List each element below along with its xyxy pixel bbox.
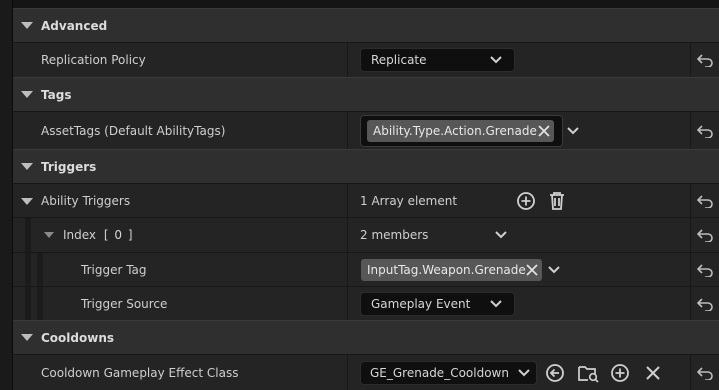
remove-tag-x-icon[interactable] bbox=[526, 263, 538, 276]
category-title: Triggers bbox=[41, 159, 97, 174]
column-divider bbox=[347, 355, 348, 390]
gameplay-tag-chip: Ability.Type.Action.Grenade bbox=[367, 119, 554, 142]
property-label: Cooldown Gameplay Effect Class bbox=[41, 365, 239, 380]
trash-icon[interactable] bbox=[548, 191, 566, 211]
chevron-down-icon bbox=[490, 299, 502, 307]
expand-arrow-icon[interactable] bbox=[44, 232, 54, 238]
indent-guide bbox=[25, 287, 31, 320]
category-cooldowns[interactable]: Cooldowns bbox=[13, 320, 719, 354]
tag-text: InputTag.Weapon.Grenade bbox=[367, 262, 526, 277]
property-asset-tags: AssetTags (Default AbilityTags) Ability.… bbox=[13, 111, 719, 149]
indent-guide bbox=[37, 253, 43, 286]
property-label: AssetTags (Default AbilityTags) bbox=[41, 123, 226, 138]
category-tags[interactable]: Tags bbox=[13, 77, 719, 111]
replication-policy-dropdown[interactable]: Replicate bbox=[360, 48, 515, 72]
category-title: Advanced bbox=[41, 18, 108, 33]
array-count: 1 Array element bbox=[360, 193, 458, 208]
property-label: Trigger Source bbox=[81, 296, 168, 311]
column-divider bbox=[347, 184, 348, 217]
trigger-source-dropdown[interactable]: Gameplay Event bbox=[360, 291, 515, 316]
column-divider bbox=[690, 184, 691, 217]
column-divider bbox=[690, 253, 691, 286]
column-divider bbox=[690, 43, 691, 77]
struct-member-count: 2 members bbox=[360, 228, 429, 242]
expand-arrow-icon[interactable] bbox=[21, 198, 33, 205]
details-panel: Advanced Replication Policy Replicate Ta… bbox=[13, 0, 719, 390]
property-replication-policy: Replication Policy Replicate bbox=[13, 42, 719, 77]
remove-tag-x-icon[interactable] bbox=[538, 124, 550, 137]
plus-circle-icon[interactable] bbox=[516, 191, 536, 211]
dropdown-value: GE_Grenade_Cooldown bbox=[370, 365, 509, 380]
reset-arrow-icon[interactable] bbox=[697, 263, 713, 277]
arrow-left-circle-icon[interactable] bbox=[545, 363, 565, 383]
indent-guide bbox=[25, 218, 31, 252]
reset-arrow-icon[interactable] bbox=[697, 366, 713, 380]
category-collapse-icon[interactable] bbox=[21, 90, 33, 98]
property-label: Ability Triggers bbox=[41, 193, 131, 208]
column-divider bbox=[347, 218, 348, 252]
property-ability-triggers: Ability Triggers 1 Array element bbox=[13, 183, 719, 217]
category-title: Tags bbox=[41, 87, 72, 102]
property-label: Trigger Tag bbox=[81, 262, 147, 277]
column-divider bbox=[690, 287, 691, 320]
gameplay-tag-chip[interactable]: InputTag.Weapon.Grenade bbox=[361, 258, 542, 281]
reset-arrow-icon[interactable] bbox=[697, 124, 713, 138]
chevron-down-icon[interactable] bbox=[567, 126, 579, 136]
column-divider bbox=[690, 355, 691, 390]
dropdown-value: Replicate bbox=[371, 53, 427, 67]
category-title: Cooldowns bbox=[41, 330, 115, 345]
property-trigger-tag: Trigger Tag InputTag.Weapon.Grenade bbox=[13, 252, 719, 286]
column-divider bbox=[347, 43, 348, 77]
reset-arrow-icon[interactable] bbox=[697, 53, 713, 67]
indent-guide bbox=[37, 287, 43, 320]
category-collapse-icon[interactable] bbox=[21, 162, 33, 170]
column-divider bbox=[347, 287, 348, 320]
category-collapse-icon[interactable] bbox=[21, 21, 33, 29]
cooldown-class-picker[interactable]: GE_Grenade_Cooldown bbox=[360, 360, 537, 385]
tag-text: Ability.Type.Action.Grenade bbox=[373, 123, 537, 138]
reset-arrow-icon[interactable] bbox=[697, 194, 713, 208]
plus-circle-icon[interactable] bbox=[610, 363, 630, 383]
column-divider bbox=[690, 218, 691, 252]
reset-arrow-icon[interactable] bbox=[697, 228, 713, 242]
indent-guide bbox=[25, 253, 31, 286]
property-index-0: Index [ 0 ] 2 members bbox=[13, 217, 719, 252]
property-label: Replication Policy bbox=[41, 53, 146, 67]
property-trigger-source: Trigger Source Gameplay Event bbox=[13, 286, 719, 320]
category-advanced[interactable]: Advanced bbox=[13, 8, 719, 42]
column-divider bbox=[347, 253, 348, 286]
folder-search-icon[interactable] bbox=[577, 363, 599, 383]
chevron-down-icon bbox=[518, 368, 530, 376]
chevron-down-icon[interactable] bbox=[548, 265, 560, 275]
column-divider bbox=[690, 112, 691, 149]
x-icon[interactable] bbox=[645, 365, 661, 381]
property-cooldown-class: Cooldown Gameplay Effect Class GE_Grenad… bbox=[13, 354, 719, 390]
reset-arrow-icon[interactable] bbox=[697, 297, 713, 311]
chevron-down-icon bbox=[490, 56, 502, 64]
column-divider bbox=[347, 112, 348, 149]
category-triggers[interactable]: Triggers bbox=[13, 149, 719, 183]
category-collapse-icon[interactable] bbox=[21, 333, 33, 341]
asset-tags-container[interactable]: Ability.Type.Action.Grenade bbox=[360, 114, 563, 147]
left-gutter bbox=[0, 0, 13, 390]
index-label: Index [ 0 ] bbox=[63, 228, 133, 242]
chevron-down-icon[interactable] bbox=[495, 230, 507, 240]
dropdown-value: Gameplay Event bbox=[371, 296, 471, 311]
